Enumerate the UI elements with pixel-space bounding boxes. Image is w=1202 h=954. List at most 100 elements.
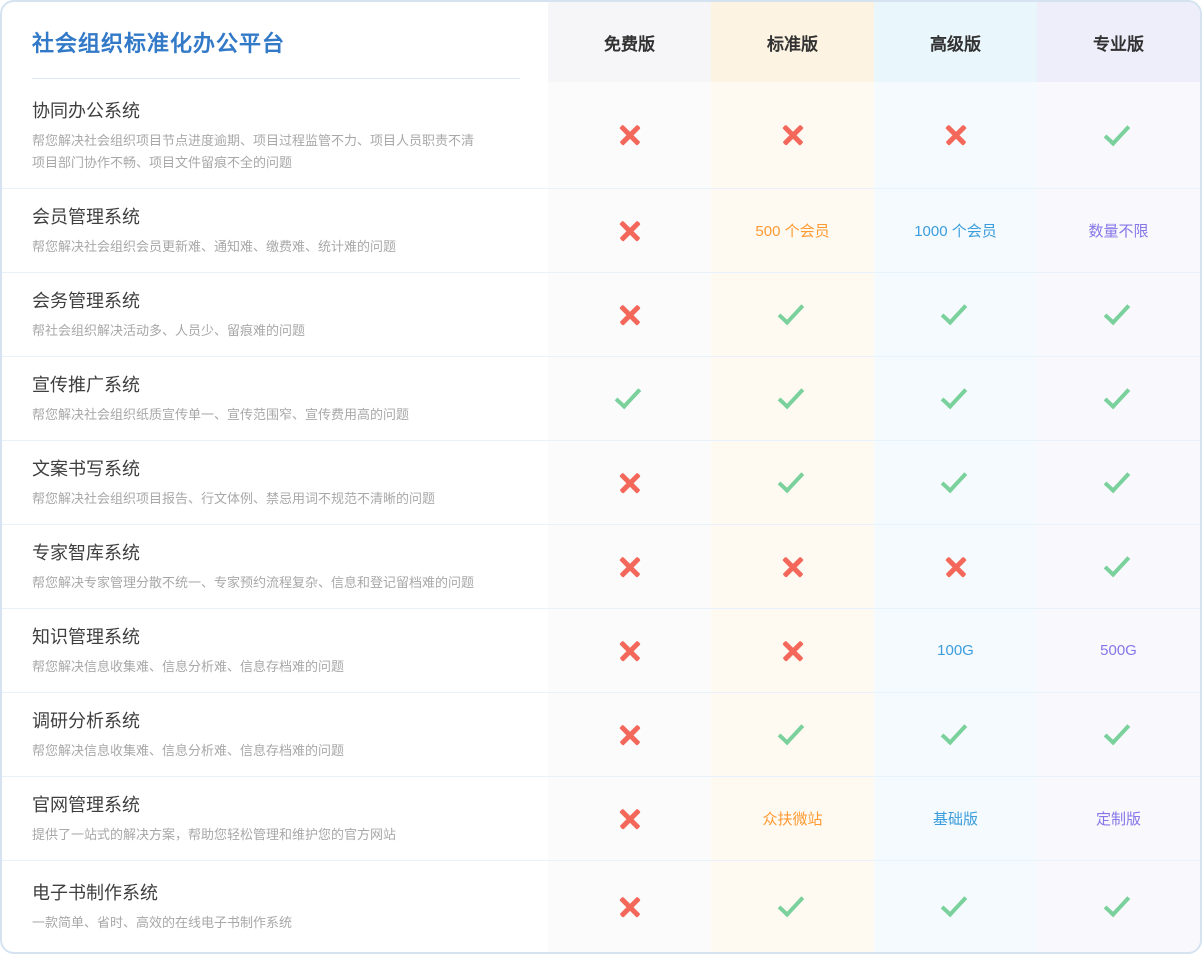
table-cell [548, 608, 711, 692]
check-icon [1104, 382, 1131, 409]
plan-header-standard: 标准版 [711, 2, 874, 82]
feature-desc: 帮您解决社会组织纸质宣传单一、宣传范围窄、宣传费用高的问题 [32, 404, 528, 425]
feature-cell: 调研分析系统 帮您解决信息收集难、信息分析难、信息存档难的问题 [2, 692, 548, 776]
check-icon [941, 382, 968, 409]
tier-value: 数量不限 [1088, 220, 1148, 241]
table-cell: 众扶微站 [711, 776, 874, 860]
table-cell: 1000 个会员 [874, 188, 1037, 272]
feature-name: 会务管理系统 [32, 287, 528, 313]
table-cell [874, 272, 1037, 356]
table-cell [1037, 272, 1200, 356]
feature-name: 文案书写系统 [32, 455, 528, 481]
table-cell: 定制版 [1037, 776, 1200, 860]
table-cell [1037, 82, 1200, 188]
table-cell: 基础版 [874, 776, 1037, 860]
table-cell: 100G [874, 608, 1037, 692]
table-cell [874, 860, 1037, 952]
feature-name: 官网管理系统 [32, 791, 528, 817]
feature-desc: 帮您解决社会组织项目报告、行文体例、禁忌用词不规范不清晰的问题 [32, 488, 528, 509]
cross-icon [782, 124, 804, 146]
feature-cell: 电子书制作系统 一款简单、省时、高效的在线电子书制作系统 [2, 860, 548, 952]
cross-icon [619, 724, 641, 746]
table-cell [711, 692, 874, 776]
check-icon [1104, 298, 1131, 325]
feature-desc: 帮您解决社会组织会员更新难、通知难、缴费难、统计难的问题 [32, 236, 528, 257]
cross-icon [619, 640, 641, 662]
table-cell [1037, 692, 1200, 776]
cross-icon [619, 556, 641, 578]
feature-cell: 宣传推广系统 帮您解决社会组织纸质宣传单一、宣传范围窄、宣传费用高的问题 [2, 356, 548, 440]
table-cell [874, 692, 1037, 776]
feature-name: 知识管理系统 [32, 623, 528, 649]
table-cell [711, 82, 874, 188]
feature-desc: 一款简单、省时、高效的在线电子书制作系统 [32, 912, 528, 933]
feature-name: 调研分析系统 [32, 707, 528, 733]
check-icon [778, 382, 805, 409]
plan-label: 免费版 [604, 30, 655, 55]
table-header-left: 社会组织标准化办公平台 [2, 2, 548, 82]
table-cell [548, 82, 711, 188]
check-icon [1104, 550, 1131, 577]
table-cell [711, 524, 874, 608]
plan-header-free: 免费版 [548, 2, 711, 82]
comparison-table: 社会组织标准化办公平台 免费版 标准版 高级版 专业版 协同办公系统 帮您解决社… [2, 2, 1200, 952]
cross-icon [945, 556, 967, 578]
check-icon [1104, 119, 1131, 146]
table-cell: 500 个会员 [711, 188, 874, 272]
feature-name: 协同办公系统 [32, 97, 528, 123]
table-cell [1037, 524, 1200, 608]
check-icon [941, 718, 968, 745]
plan-label: 标准版 [767, 30, 818, 55]
table-cell [711, 860, 874, 952]
tier-value: 基础版 [933, 808, 978, 829]
table-cell [548, 692, 711, 776]
table-cell [548, 188, 711, 272]
table-cell [548, 776, 711, 860]
table-cell [548, 524, 711, 608]
tier-value: 500G [1100, 642, 1137, 659]
check-icon [778, 298, 805, 325]
feature-cell: 会务管理系统 帮社会组织解决活动多、人员少、留痕难的问题 [2, 272, 548, 356]
tier-value: 100G [937, 642, 974, 659]
check-icon [778, 466, 805, 493]
feature-cell: 文案书写系统 帮您解决社会组织项目报告、行文体例、禁忌用词不规范不清晰的问题 [2, 440, 548, 524]
tier-value: 500 个会员 [755, 220, 829, 241]
check-icon [778, 718, 805, 745]
feature-desc: 帮您解决信息收集难、信息分析难、信息存档难的问题 [32, 740, 528, 761]
table-cell [874, 524, 1037, 608]
table-cell [1037, 356, 1200, 440]
check-icon [615, 382, 642, 409]
feature-name: 宣传推广系统 [32, 371, 528, 397]
feature-name: 会员管理系统 [32, 203, 528, 229]
table-cell [548, 272, 711, 356]
table-cell [874, 356, 1037, 440]
feature-cell: 会员管理系统 帮您解决社会组织会员更新难、通知难、缴费难、统计难的问题 [2, 188, 548, 272]
check-icon [941, 466, 968, 493]
cross-icon [945, 124, 967, 146]
table-cell: 500G [1037, 608, 1200, 692]
table-cell: 数量不限 [1037, 188, 1200, 272]
feature-name: 专家智库系统 [32, 539, 528, 565]
cross-icon [782, 556, 804, 578]
table-cell [711, 356, 874, 440]
check-icon [941, 890, 968, 917]
check-icon [1104, 718, 1131, 745]
table-cell [1037, 860, 1200, 952]
check-icon [941, 298, 968, 325]
cross-icon [619, 220, 641, 242]
feature-desc: 帮您解决信息收集难、信息分析难、信息存档难的问题 [32, 656, 528, 677]
table-cell [548, 356, 711, 440]
table-cell [548, 860, 711, 952]
cross-icon [619, 896, 641, 918]
check-icon [1104, 466, 1131, 493]
check-icon [778, 890, 805, 917]
plan-header-professional: 专业版 [1037, 2, 1200, 82]
feature-cell: 协同办公系统 帮您解决社会组织项目节点进度逾期、项目过程监管不力、项目人员职责不… [2, 82, 548, 188]
page-title: 社会组织标准化办公平台 [32, 26, 285, 58]
feature-cell: 专家智库系统 帮您解决专家管理分散不统一、专家预约流程复杂、信息和登记留档难的问… [2, 524, 548, 608]
table-cell [1037, 440, 1200, 524]
feature-desc: 提供了一站式的解决方案，帮助您轻松管理和维护您的官方网站 [32, 824, 528, 845]
title-divider [32, 78, 520, 79]
table-cell [711, 272, 874, 356]
feature-cell: 官网管理系统 提供了一站式的解决方案，帮助您轻松管理和维护您的官方网站 [2, 776, 548, 860]
